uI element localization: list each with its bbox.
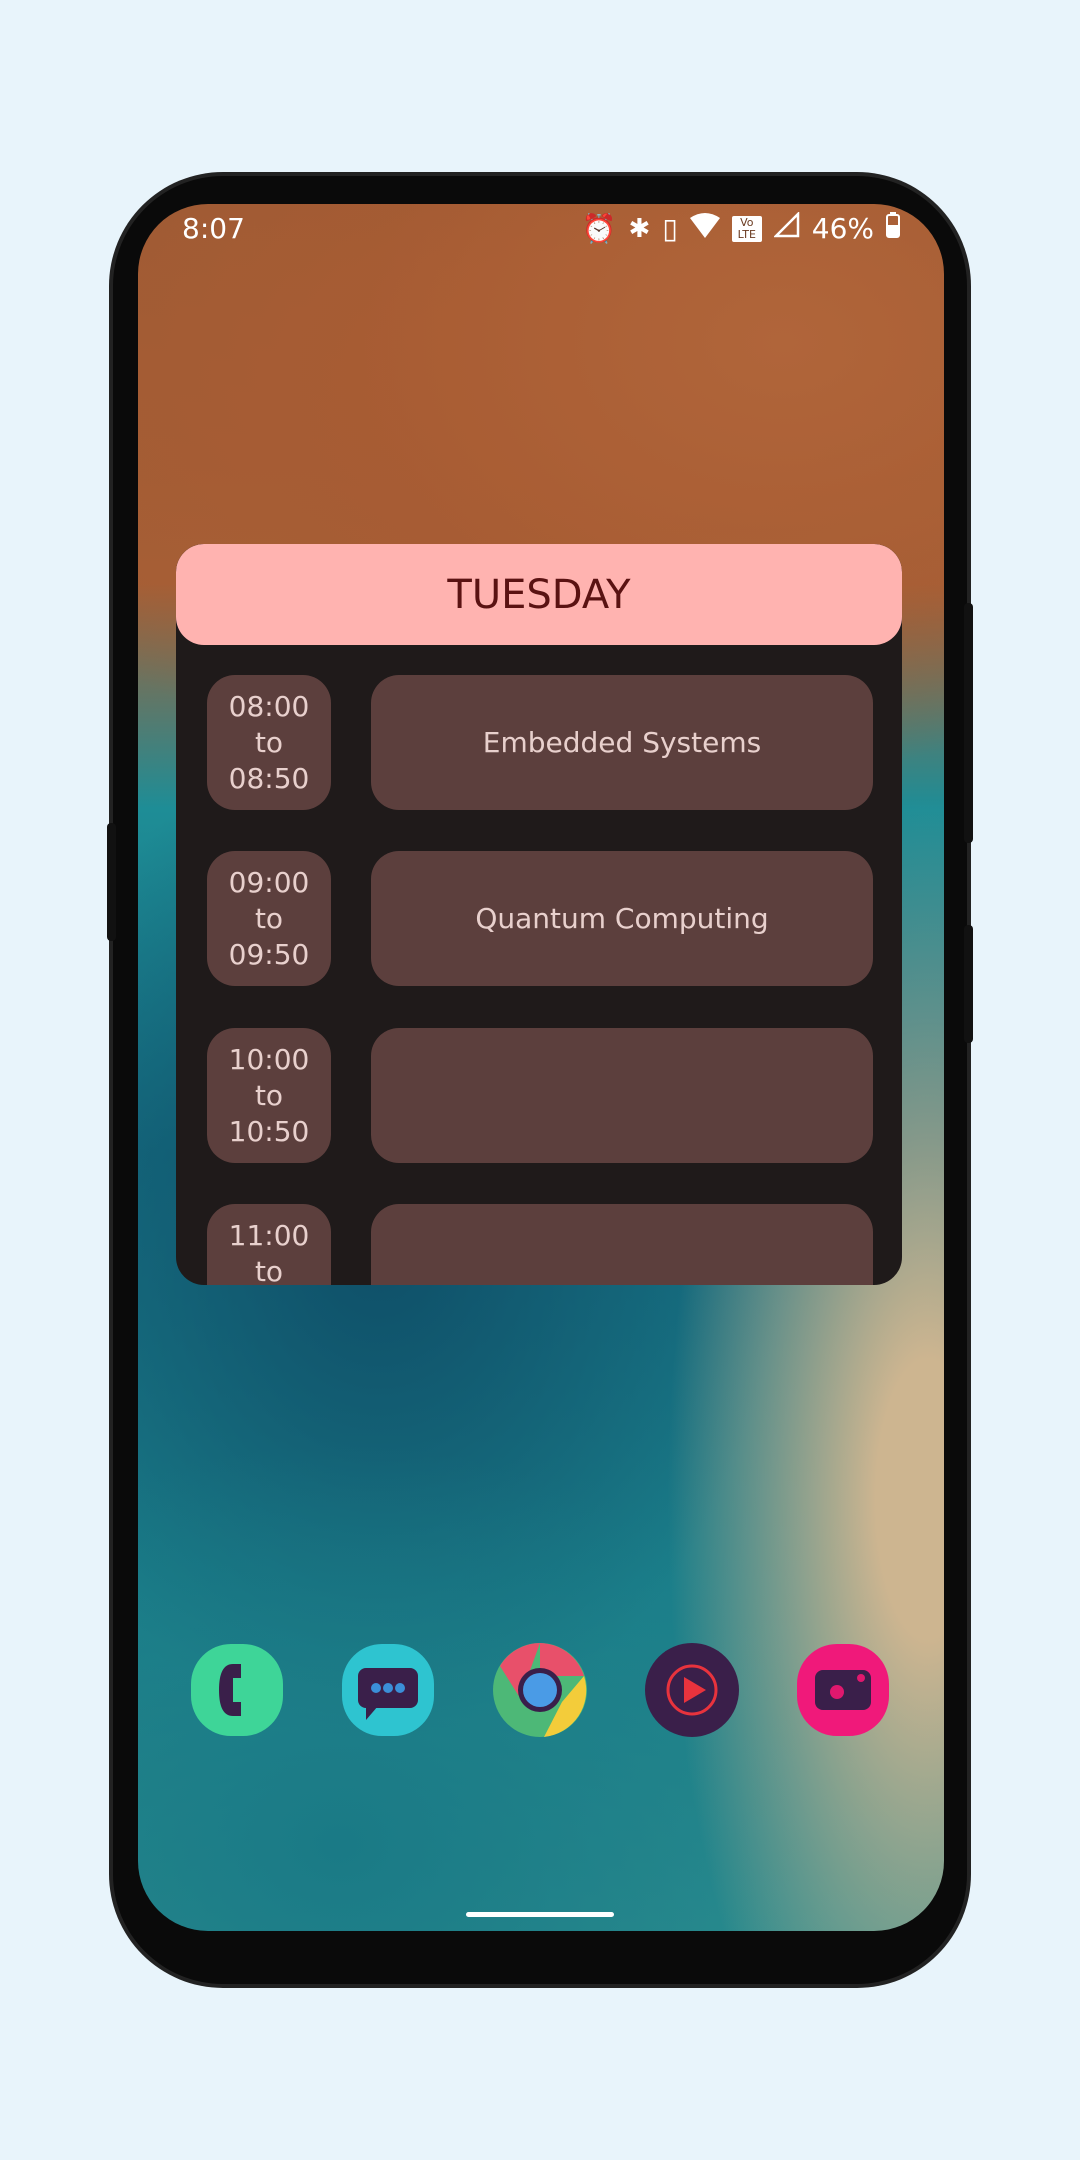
bluetooth-icon: ✱ [628, 213, 651, 244]
time-separator: to [254, 1078, 284, 1112]
home-screen: 8:07 ⏰ ✱ ▯ Vo LTE 46% TUESDAY 08:00 to 08:… [138, 204, 944, 1931]
signal-icon [772, 210, 800, 245]
subject-cell[interactable] [371, 1028, 873, 1163]
time-cell: 11:00 to [207, 1204, 331, 1285]
timetable-row[interactable]: 08:00 to 08:50 Embedded Systems [207, 675, 873, 810]
volte-icon: Vo LTE [731, 215, 762, 242]
time-cell: 09:00 to 09:50 [207, 851, 331, 986]
end-time: 10:50 [228, 1114, 310, 1148]
camera-icon[interactable] [795, 1642, 891, 1738]
battery-icon [886, 212, 900, 245]
clock: 8:07 [182, 212, 245, 245]
time-separator: to [254, 901, 284, 935]
vibrate-icon: ▯ [662, 212, 678, 245]
time-separator: to [254, 1255, 284, 1285]
power-button [964, 603, 973, 843]
start-time: 10:00 [228, 1042, 310, 1076]
day-title: TUESDAY [447, 571, 631, 618]
start-time: 08:00 [228, 689, 310, 723]
timetable-row[interactable]: 09:00 to 09:50 Quantum Computing [207, 851, 873, 986]
music-player-icon[interactable] [644, 1642, 740, 1738]
wifi-icon [689, 212, 720, 245]
timetable-row[interactable]: 10:00 to 10:50 [207, 1028, 873, 1163]
phone-icon[interactable] [189, 1642, 285, 1738]
battery-percent: 46% [811, 212, 874, 245]
timetable-widget[interactable]: TUESDAY 08:00 to 08:50 Embedded Systems 09… [176, 544, 902, 1285]
chrome-icon[interactable] [492, 1642, 588, 1738]
time-cell: 10:00 to 10:50 [207, 1028, 331, 1163]
side-button [107, 823, 116, 941]
volume-button [964, 925, 973, 1043]
time-separator: to [254, 725, 284, 759]
end-time: 08:50 [228, 761, 310, 795]
day-header: TUESDAY [176, 544, 902, 645]
start-time: 09:00 [228, 865, 310, 899]
subject-cell[interactable]: Embedded Systems [371, 675, 873, 810]
alarm-icon: ⏰ [581, 212, 617, 245]
time-cell: 08:00 to 08:50 [207, 675, 331, 810]
subject-cell[interactable] [371, 1204, 873, 1285]
home-gesture-bar[interactable] [466, 1912, 614, 1917]
subject-cell[interactable]: Quantum Computing [371, 851, 873, 986]
app-dock [138, 1642, 944, 1742]
messages-icon[interactable] [340, 1642, 436, 1738]
status-bar: 8:07 ⏰ ✱ ▯ Vo LTE 46% [138, 204, 944, 252]
start-time: 11:00 [228, 1219, 310, 1252]
end-time: 09:50 [228, 937, 310, 971]
timetable-row[interactable]: 11:00 to [207, 1204, 873, 1285]
